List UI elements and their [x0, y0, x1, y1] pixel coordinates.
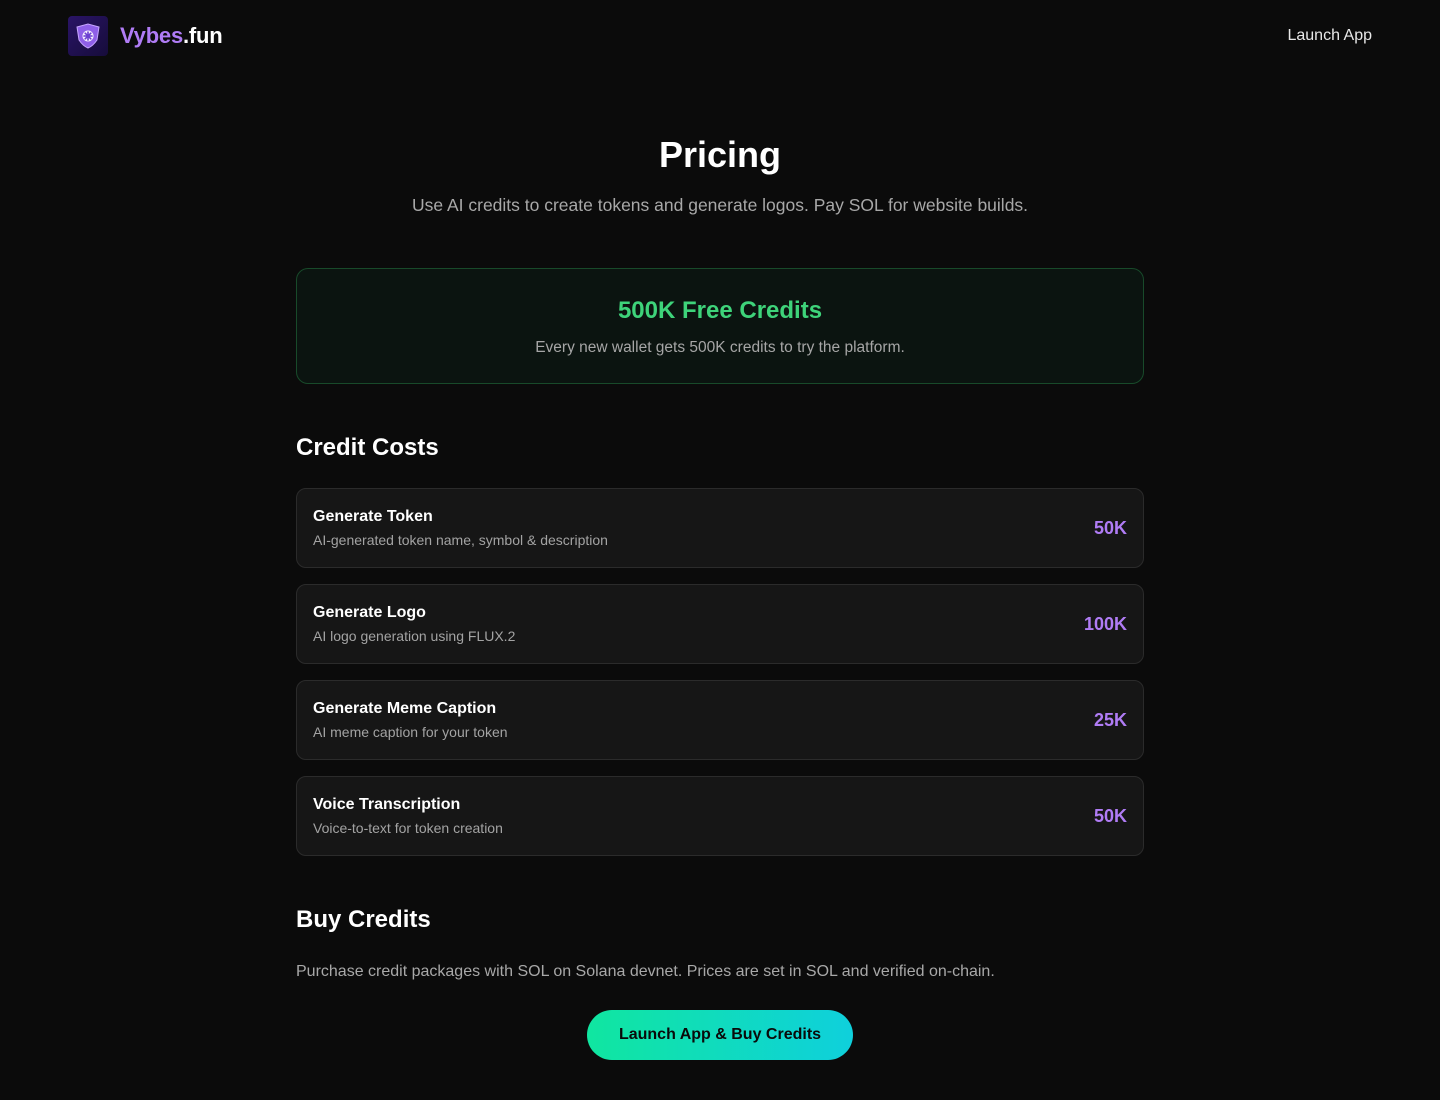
cost-card-info: Voice Transcription Voice-to-text for to… [313, 796, 503, 836]
pricing-page: Vybes.fun Launch App Pricing Use AI cred… [0, 0, 1440, 1100]
cost-name: Generate Meme Caption [313, 700, 497, 717]
buy-credits-description: Purchase credit packages with SOL on Sol… [296, 963, 995, 980]
cost-card-info: Generate Meme Caption AI meme caption fo… [313, 700, 508, 740]
cost-card-generate-token: Generate Token AI-generated token name, … [296, 488, 1144, 568]
launch-app-link[interactable]: Launch App [1287, 27, 1372, 45]
cost-card-voice-transcription: Voice Transcription Voice-to-text for to… [296, 776, 1144, 856]
cost-card-generate-meme-caption: Generate Meme Caption AI meme caption fo… [296, 680, 1144, 760]
buy-credits-heading: Buy Credits [296, 906, 431, 933]
brand-name: Vybes.fun [120, 23, 223, 49]
credit-costs-heading: Credit Costs [296, 434, 439, 461]
credit-costs-list: Generate Token AI-generated token name, … [296, 488, 1144, 872]
cost-price: 25K [1093, 709, 1127, 730]
shield-sparkle-icon [68, 16, 108, 56]
cost-price: 50K [1093, 805, 1127, 826]
cost-card-info: Generate Logo AI logo generation using F… [313, 604, 515, 644]
page-title: Pricing [658, 134, 782, 175]
launch-app-buy-credits-button[interactable]: Launch App & Buy Credits [587, 1010, 853, 1060]
cost-card-generate-logo: Generate Logo AI logo generation using F… [296, 584, 1144, 664]
cost-description: AI-generated token name, symbol & descri… [313, 532, 608, 548]
brand-name-accent: Vybes [120, 23, 184, 48]
cost-description: Voice-to-text for token creation [313, 820, 503, 836]
page-subtitle: Use AI credits to create tokens and gene… [411, 195, 1029, 215]
cost-price: 100K [1083, 613, 1127, 634]
cost-description: AI meme caption for your token [313, 724, 508, 740]
site-header: Vybes.fun Launch App [0, 0, 1440, 72]
cost-description: AI logo generation using FLUX.2 [313, 628, 516, 644]
cost-price: 50K [1093, 517, 1127, 538]
free-credits-banner: 500K Free Credits Every new wallet gets … [296, 268, 1144, 384]
free-credits-description: Every new wallet gets 500K credits to tr… [535, 339, 905, 356]
brand-home-link[interactable]: Vybes.fun [68, 16, 223, 56]
cost-name: Voice Transcription [313, 796, 461, 813]
cost-name: Generate Token [313, 508, 433, 525]
brand-name-suffix: .fun [183, 23, 223, 48]
free-credits-title: 500K Free Credits [617, 297, 823, 324]
cost-card-info: Generate Token AI-generated token name, … [313, 508, 608, 548]
cost-name: Generate Logo [313, 604, 426, 621]
